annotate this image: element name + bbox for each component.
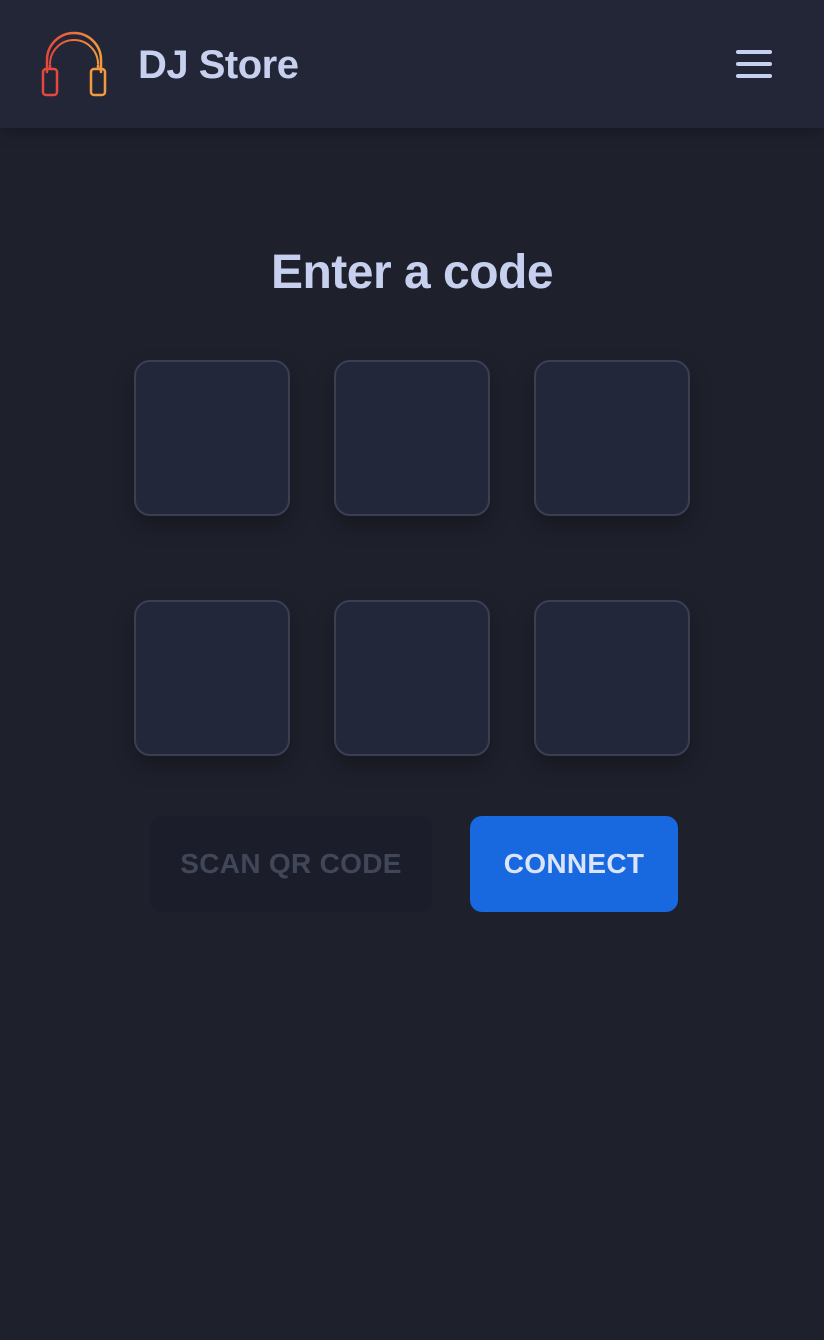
page-title: Enter a code bbox=[270, 246, 554, 299]
menu-line bbox=[736, 62, 772, 66]
headphones-icon[interactable] bbox=[40, 30, 108, 98]
app-header: DJ Store bbox=[0, 0, 824, 128]
code-digit-6[interactable] bbox=[534, 600, 690, 756]
menu-line bbox=[736, 50, 772, 54]
scan-qr-code-button[interactable]: SCAN QR CODE bbox=[150, 816, 432, 912]
hamburger-menu-icon[interactable] bbox=[730, 42, 778, 86]
connect-button[interactable]: CONNECT bbox=[470, 816, 678, 912]
code-digit-5[interactable] bbox=[334, 600, 490, 756]
brand-title: DJ Store bbox=[138, 43, 299, 87]
code-digit-1[interactable] bbox=[134, 360, 290, 516]
code-digit-3[interactable] bbox=[534, 360, 690, 516]
code-digit-2[interactable] bbox=[334, 360, 490, 516]
code-digit-4[interactable] bbox=[134, 600, 290, 756]
menu-line bbox=[736, 74, 772, 78]
